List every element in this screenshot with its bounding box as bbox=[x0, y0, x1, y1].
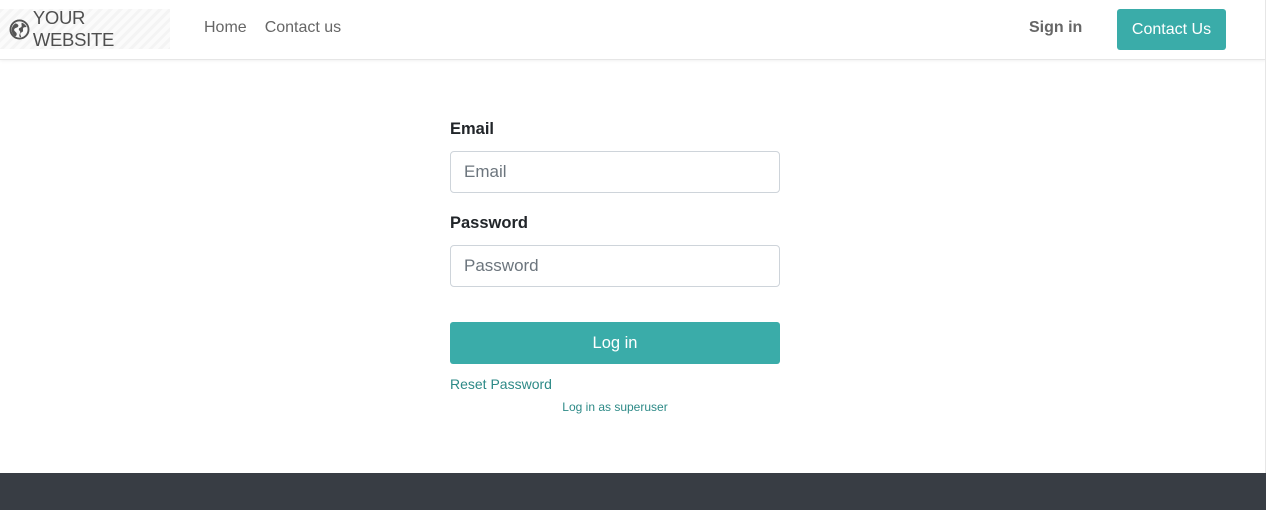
brand-name: YOUR WEBSITE bbox=[32, 7, 114, 50]
brand-logo[interactable]: YOUR WEBSITE bbox=[0, 7, 170, 50]
top-navbar: YOUR WEBSITE Home Contact us Sign in Con… bbox=[0, 0, 1266, 60]
superuser-login-link[interactable]: Log in as superuser bbox=[450, 399, 780, 415]
nav-contact-link[interactable]: Contact us bbox=[265, 19, 341, 37]
globe-icon bbox=[9, 18, 31, 40]
email-field[interactable] bbox=[450, 151, 780, 193]
reset-password-link[interactable]: Reset Password bbox=[450, 375, 780, 393]
sign-in-link[interactable]: Sign in bbox=[1029, 19, 1082, 37]
email-label: Email bbox=[450, 120, 495, 138]
contact-us-button[interactable]: Contact Us bbox=[1117, 9, 1226, 50]
password-field[interactable] bbox=[450, 245, 780, 287]
login-form: Email Password Log in Reset Password Log… bbox=[450, 118, 780, 415]
footer bbox=[0, 473, 1266, 510]
log-in-button[interactable]: Log in bbox=[450, 322, 780, 364]
main-nav: Home Contact us bbox=[204, 19, 341, 37]
nav-home-link[interactable]: Home bbox=[204, 19, 247, 37]
password-label: Password bbox=[450, 214, 528, 232]
